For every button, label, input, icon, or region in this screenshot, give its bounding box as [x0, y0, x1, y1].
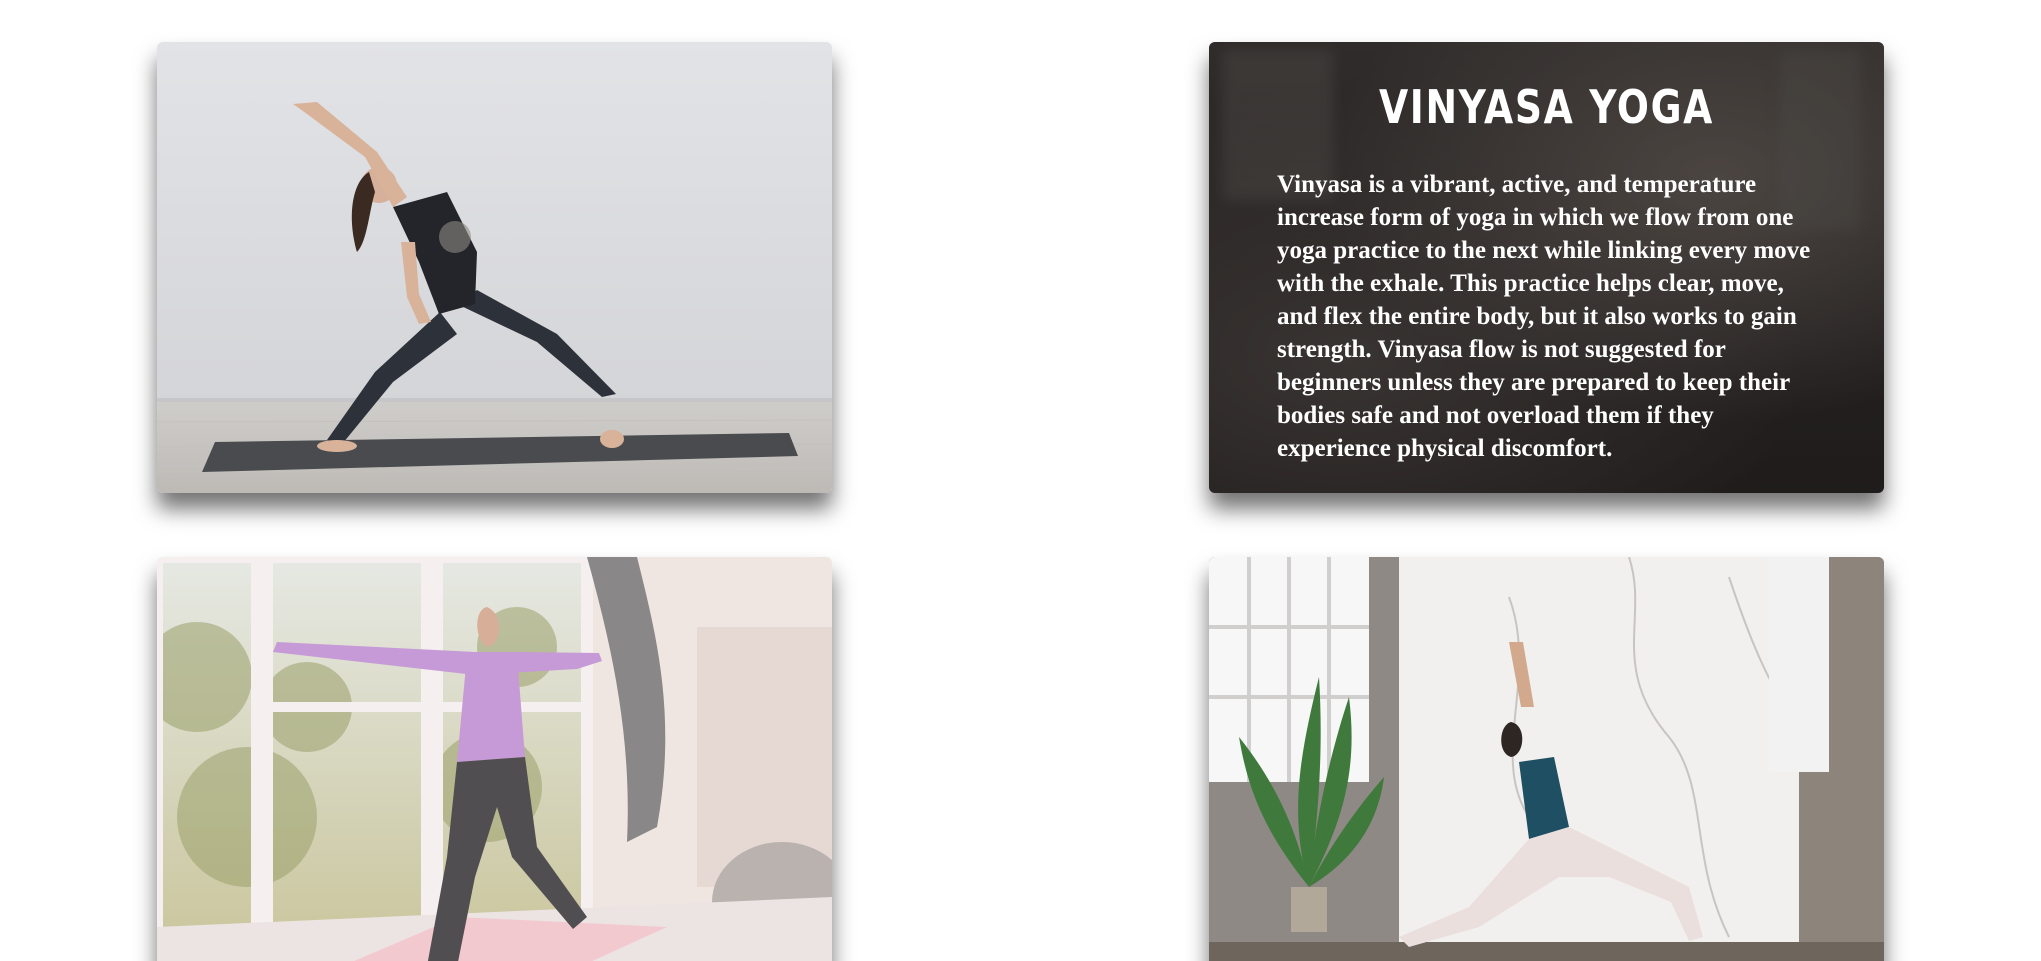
yoga-gallery: VINYASA YOGA Vinyasa is a vibrant, activ… [0, 0, 2041, 961]
photo-card-side-angle-pose [157, 42, 832, 493]
yoga-photo-side-angle [157, 42, 832, 493]
photo-card-warrior-pose [157, 557, 832, 961]
card-description: Vinyasa is a vibrant, active, and temper… [1277, 171, 1811, 462]
photo-card-low-lunge-pose [1209, 557, 1884, 961]
vinyasa-info-card: VINYASA YOGA Vinyasa is a vibrant, activ… [1209, 42, 1884, 493]
yoga-photo-low-lunge [1209, 557, 1884, 961]
vinyasa-info-content: VINYASA YOGA Vinyasa is a vibrant, activ… [1209, 42, 1884, 493]
card-title: VINYASA YOGA [1378, 80, 1715, 134]
yoga-photo-warrior-two [157, 557, 832, 961]
